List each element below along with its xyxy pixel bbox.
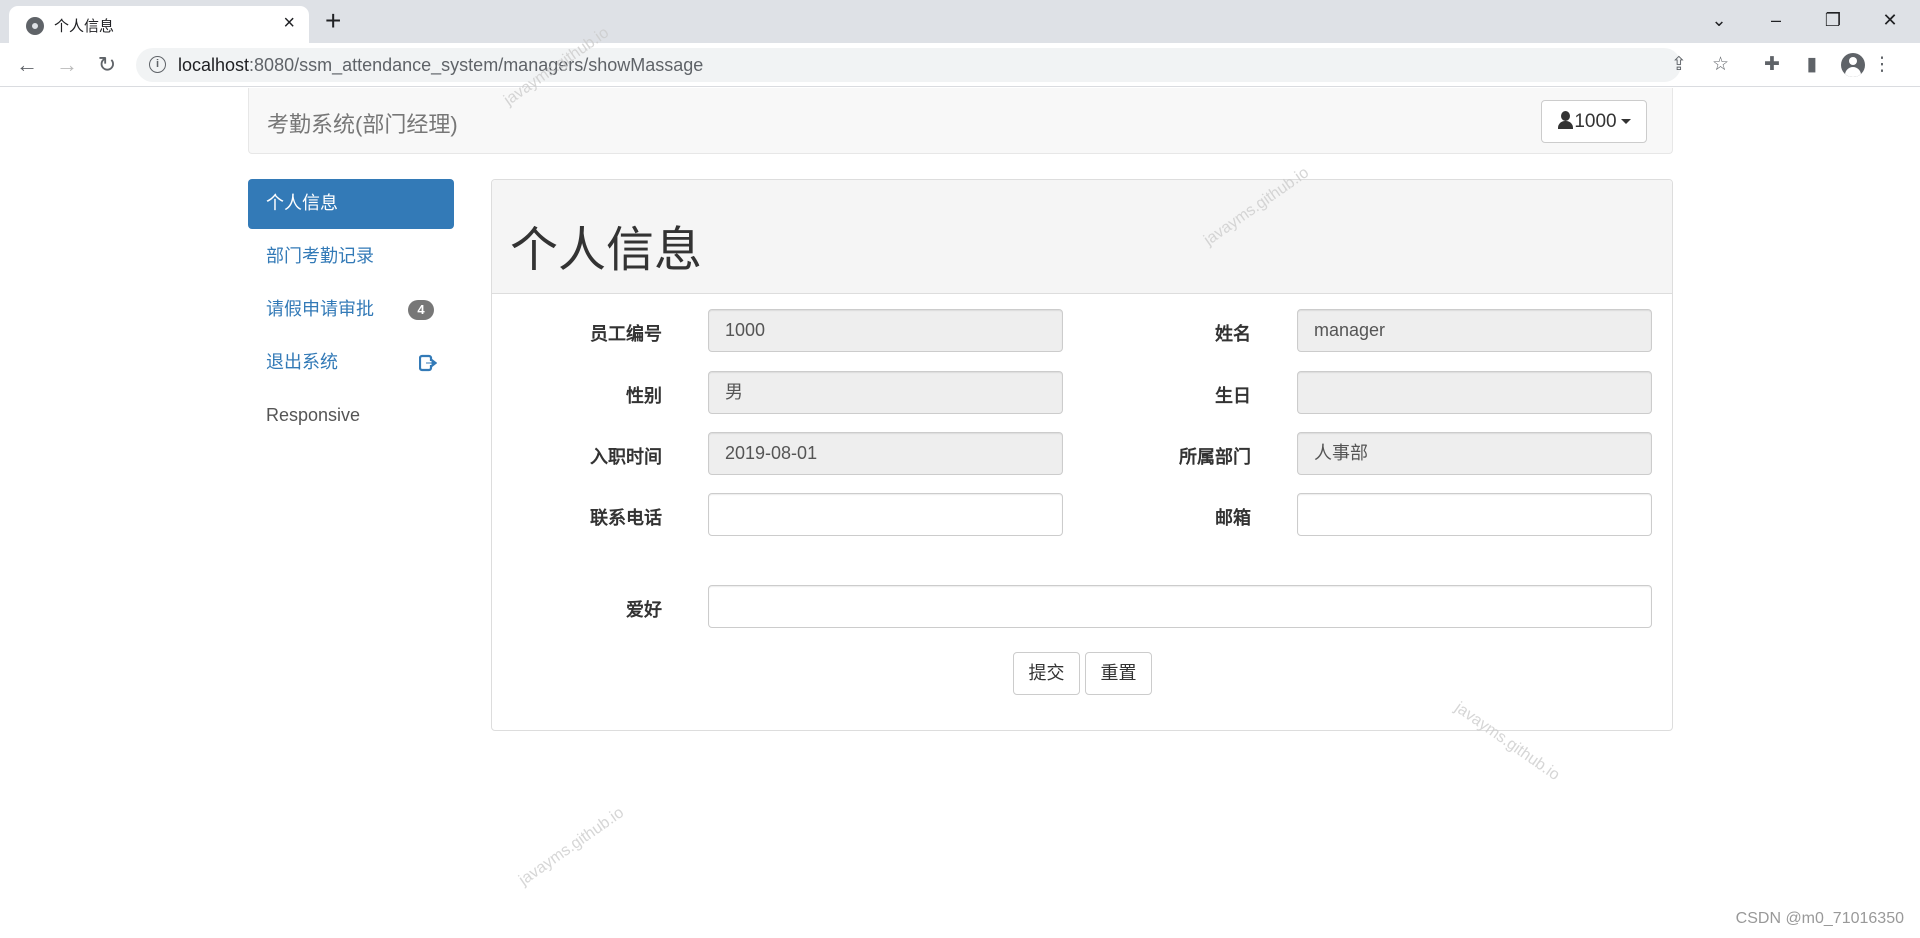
email-input[interactable] (1297, 493, 1652, 536)
sidebar-item-profile[interactable]: 个人信息 (248, 179, 454, 229)
sidebar-item-responsive[interactable]: Responsive (248, 391, 454, 441)
browser-tabstrip: 个人信息 × + ⌄ – ❐ ✕ (0, 0, 1920, 43)
user-icon (1557, 111, 1574, 129)
close-tab-icon[interactable]: × (283, 12, 295, 34)
forward-icon[interactable]: → (53, 51, 81, 79)
menu-kebab-icon[interactable]: ⋮ (1870, 53, 1894, 77)
birthday-field[interactable] (1297, 371, 1652, 414)
name-label: 姓名 (1215, 324, 1251, 344)
bookmark-star-icon[interactable]: ☆ (1712, 53, 1729, 76)
user-dropdown-button[interactable]: 1000 (1541, 100, 1647, 143)
tab-title: 个人信息 (54, 18, 115, 35)
sidebar-item-label: 请假申请审批 (266, 299, 374, 319)
logout-icon (419, 354, 437, 372)
minimize-icon[interactable]: – (1753, 5, 1799, 35)
page-title: 个人信息 (510, 224, 703, 277)
hire-date-label: 入职时间 (590, 447, 662, 467)
top-navbar: 考勤系统(部门经理) 1000 (248, 88, 1673, 154)
sidebar: 个人信息 部门考勤记录 请假申请审批 4 退出系统 Responsive (248, 179, 454, 444)
footer-watermark: CSDN @m0_71016350 (1735, 910, 1904, 927)
browser-tab[interactable]: 个人信息 × (9, 6, 309, 43)
phone-input[interactable] (708, 493, 1063, 536)
sidebar-item-label: 个人信息 (266, 193, 338, 213)
phone-label: 联系电话 (590, 508, 662, 528)
profile-panel: 个人信息 员工编号 1000 姓名 manager 性别 男 生日 入职时间 2… (491, 179, 1673, 731)
employee-id-label: 员工编号 (590, 324, 662, 344)
globe-icon (26, 17, 44, 35)
user-label: 1000 (1574, 111, 1617, 132)
site-info-icon[interactable]: i (149, 56, 166, 73)
birthday-label: 生日 (1215, 386, 1251, 406)
share-icon[interactable]: ⇪ (1671, 53, 1687, 76)
hobby-input[interactable] (708, 585, 1652, 628)
gender-label: 性别 (626, 386, 662, 406)
address-bar[interactable]: i localhost:8080/ssm_attendance_system/m… (136, 48, 1729, 82)
pending-count-badge: 4 (408, 300, 434, 320)
gender-field[interactable]: 男 (708, 371, 1063, 414)
watermark: javayms.github.io (516, 804, 628, 890)
department-field[interactable]: 人事部 (1297, 432, 1652, 475)
restore-icon[interactable]: ❐ (1810, 5, 1856, 35)
department-label: 所属部门 (1179, 447, 1251, 467)
sidebar-item-label: Responsive (266, 405, 361, 425)
submit-button[interactable]: 提交 (1013, 652, 1080, 695)
hobby-label: 爱好 (626, 600, 662, 620)
sidebar-item-leave-approval[interactable]: 请假申请审批 4 (248, 285, 454, 335)
panel-heading: 个人信息 (492, 180, 1672, 294)
hire-date-field[interactable]: 2019-08-01 (708, 432, 1063, 475)
extensions-icon[interactable]: ✚ (1760, 53, 1784, 77)
profile-avatar-icon[interactable] (1841, 53, 1865, 77)
back-icon[interactable]: ← (13, 51, 41, 79)
sidebar-item-label: 退出系统 (266, 352, 338, 372)
name-field[interactable]: manager (1297, 309, 1652, 352)
reload-icon[interactable]: ↻ (93, 51, 121, 79)
sidebar-item-label: 部门考勤记录 (266, 246, 374, 266)
url-text: localhost:8080/ssm_attendance_system/man… (178, 55, 704, 75)
brand-title[interactable]: 考勤系统(部门经理) (267, 107, 458, 139)
tab-search-icon[interactable]: ⌄ (1696, 5, 1742, 35)
employee-id-field[interactable]: 1000 (708, 309, 1063, 352)
sidebar-item-attendance[interactable]: 部门考勤记录 (248, 232, 454, 282)
close-window-icon[interactable]: ✕ (1867, 5, 1913, 35)
reset-button[interactable]: 重置 (1085, 652, 1152, 695)
page: 考勤系统(部门经理) 1000 个人信息 部门考勤记录 请假申请审批 4 退出系… (0, 24, 1920, 938)
email-label: 邮箱 (1215, 508, 1251, 528)
browser-toolbar: ← → ↻ i localhost:8080/ssm_attendance_sy… (0, 43, 1920, 87)
new-tab-icon[interactable]: + (325, 5, 341, 37)
sidebar-item-logout[interactable]: 退出系统 (248, 338, 454, 388)
caret-down-icon (1620, 119, 1631, 124)
side-panel-icon[interactable]: ▮ (1800, 53, 1824, 77)
